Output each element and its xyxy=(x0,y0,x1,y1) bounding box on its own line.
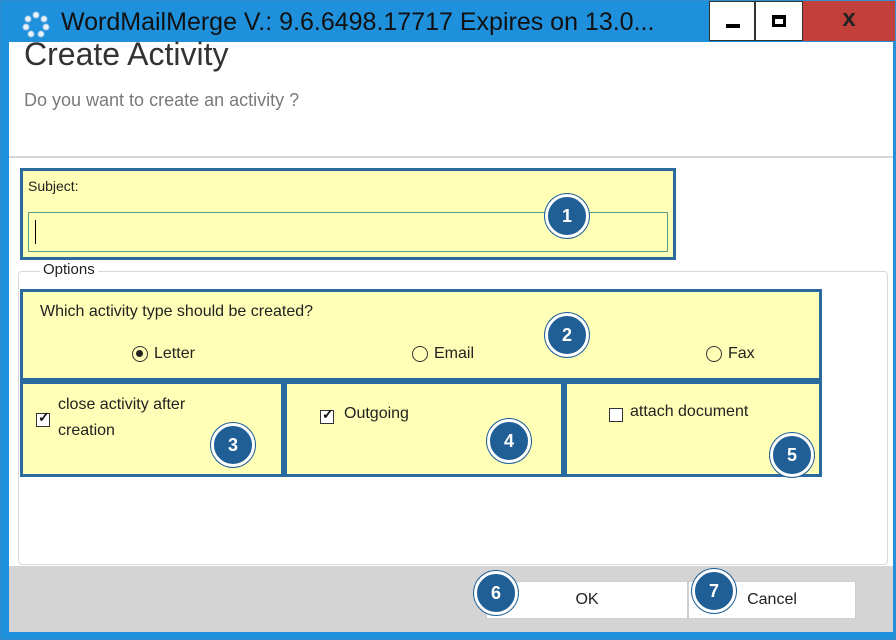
radio-letter-label: Letter xyxy=(154,345,195,362)
checkmark-icon: ✓ xyxy=(322,406,334,422)
callout-badge-4: 4 xyxy=(487,419,531,463)
radio-selected-icon xyxy=(132,346,148,362)
callout-badge-6: 6 xyxy=(474,571,518,615)
attach-document-label: attach document xyxy=(630,403,749,420)
maximize-button[interactable] xyxy=(755,1,803,41)
radio-unselected-icon xyxy=(706,346,722,362)
dialog-subtitle: Do you want to create an activity ? xyxy=(24,90,300,110)
callout-badge-5: 5 xyxy=(770,433,814,477)
gear-dots-icon xyxy=(22,11,50,38)
outgoing-label: Outgoing xyxy=(344,405,409,422)
dialog-title: Create Activity xyxy=(24,36,229,72)
radio-letter[interactable]: Letter xyxy=(132,345,195,363)
close-activity-label-line2: creation xyxy=(58,422,115,439)
close-activity-checkbox[interactable]: ✓ xyxy=(36,409,50,427)
options-legend: Options xyxy=(40,261,98,278)
header-divider xyxy=(9,156,893,158)
callout-badge-1: 1 xyxy=(545,194,589,238)
close-activity-label-line1: close activity after xyxy=(58,396,186,413)
callout-badge-2: 2 xyxy=(545,313,589,357)
radio-fax-label: Fax xyxy=(728,345,755,362)
radio-email-label: Email xyxy=(434,345,475,362)
subject-label: Subject: xyxy=(28,178,79,194)
text-caret xyxy=(35,220,36,244)
close-button[interactable]: x xyxy=(803,1,895,41)
window-title: WordMailMerge V.: 9.6.6498.17717 Expires… xyxy=(61,8,655,36)
outgoing-checkbox[interactable]: ✓ xyxy=(320,406,334,424)
maximize-icon xyxy=(772,15,786,27)
callout-badge-7: 7 xyxy=(692,569,736,613)
minimize-button[interactable] xyxy=(709,1,755,41)
close-icon: x xyxy=(842,5,856,32)
callout-badge-3: 3 xyxy=(211,423,255,467)
radio-email[interactable]: Email xyxy=(412,345,474,363)
radio-unselected-icon xyxy=(412,346,428,362)
minimize-icon xyxy=(726,24,740,28)
radio-fax[interactable]: Fax xyxy=(706,345,755,363)
activity-type-question: Which activity type should be created? xyxy=(40,303,314,320)
checkmark-icon: ✓ xyxy=(38,409,50,425)
attach-document-checkbox[interactable] xyxy=(609,408,623,422)
